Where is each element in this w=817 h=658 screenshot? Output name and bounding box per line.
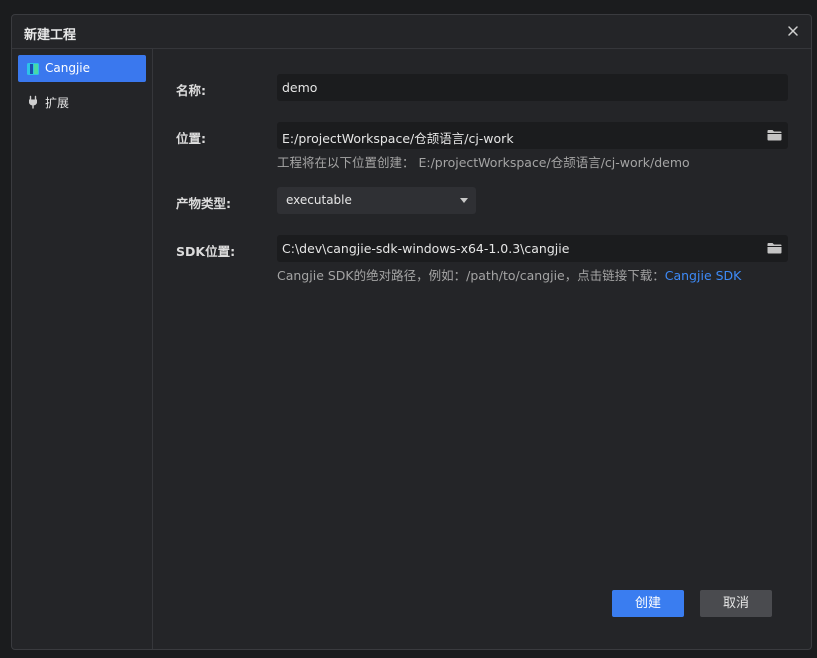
sdk-hint-text: Cangjie SDK的绝对路径，例如：/path/to/cangjie，点击链…: [277, 268, 665, 283]
sidebar-item-label: 扩展: [45, 96, 70, 110]
artifact-type-value: executable: [286, 193, 352, 207]
cangjie-logo-icon: [27, 63, 39, 75]
sdk-path-input[interactable]: C:\dev\cangjie-sdk-windows-x64-1.0.3\can…: [277, 235, 788, 262]
chevron-down-icon: [460, 198, 468, 203]
close-icon[interactable]: [785, 23, 801, 39]
name-value: demo: [282, 80, 318, 95]
sidebar-item-extensions[interactable]: 扩展: [18, 88, 146, 115]
sdk-path-value: C:\dev\cangjie-sdk-windows-x64-1.0.3\can…: [282, 241, 570, 256]
cancel-button[interactable]: 取消: [700, 590, 772, 617]
sdk-hint: Cangjie SDK的绝对路径，例如：/path/to/cangjie，点击链…: [277, 265, 741, 284]
sidebar: Cangjie 扩展: [12, 49, 153, 649]
sidebar-item-cangjie[interactable]: Cangjie: [18, 55, 146, 82]
name-input[interactable]: demo: [277, 74, 788, 101]
sdk-download-link[interactable]: Cangjie SDK: [665, 268, 742, 283]
sidebar-item-label: Cangjie: [45, 61, 91, 75]
location-label: 位置:: [176, 131, 206, 146]
location-hint: 工程将在以下位置创建： E:/projectWorkspace/仓颉语言/cj-…: [277, 155, 690, 170]
sdk-label: SDK位置:: [176, 244, 236, 259]
dialog-title: 新建工程: [24, 28, 77, 43]
artifact-type-label: 产物类型:: [176, 196, 231, 211]
create-button[interactable]: 创建: [612, 590, 684, 617]
folder-icon[interactable]: [767, 129, 782, 141]
location-value: E:/projectWorkspace/仓颉语言/cj-work: [282, 131, 514, 146]
new-project-dialog: 新建工程 Cangjie 扩展 名称: demo 位置: E:/projectW…: [11, 14, 812, 650]
name-label: 名称:: [176, 83, 206, 98]
dialog-titlebar: 新建工程: [12, 15, 811, 49]
location-input[interactable]: E:/projectWorkspace/仓颉语言/cj-work: [277, 122, 788, 149]
artifact-type-select[interactable]: executable: [277, 187, 476, 214]
folder-icon[interactable]: [767, 242, 782, 254]
plug-icon: [29, 95, 37, 109]
